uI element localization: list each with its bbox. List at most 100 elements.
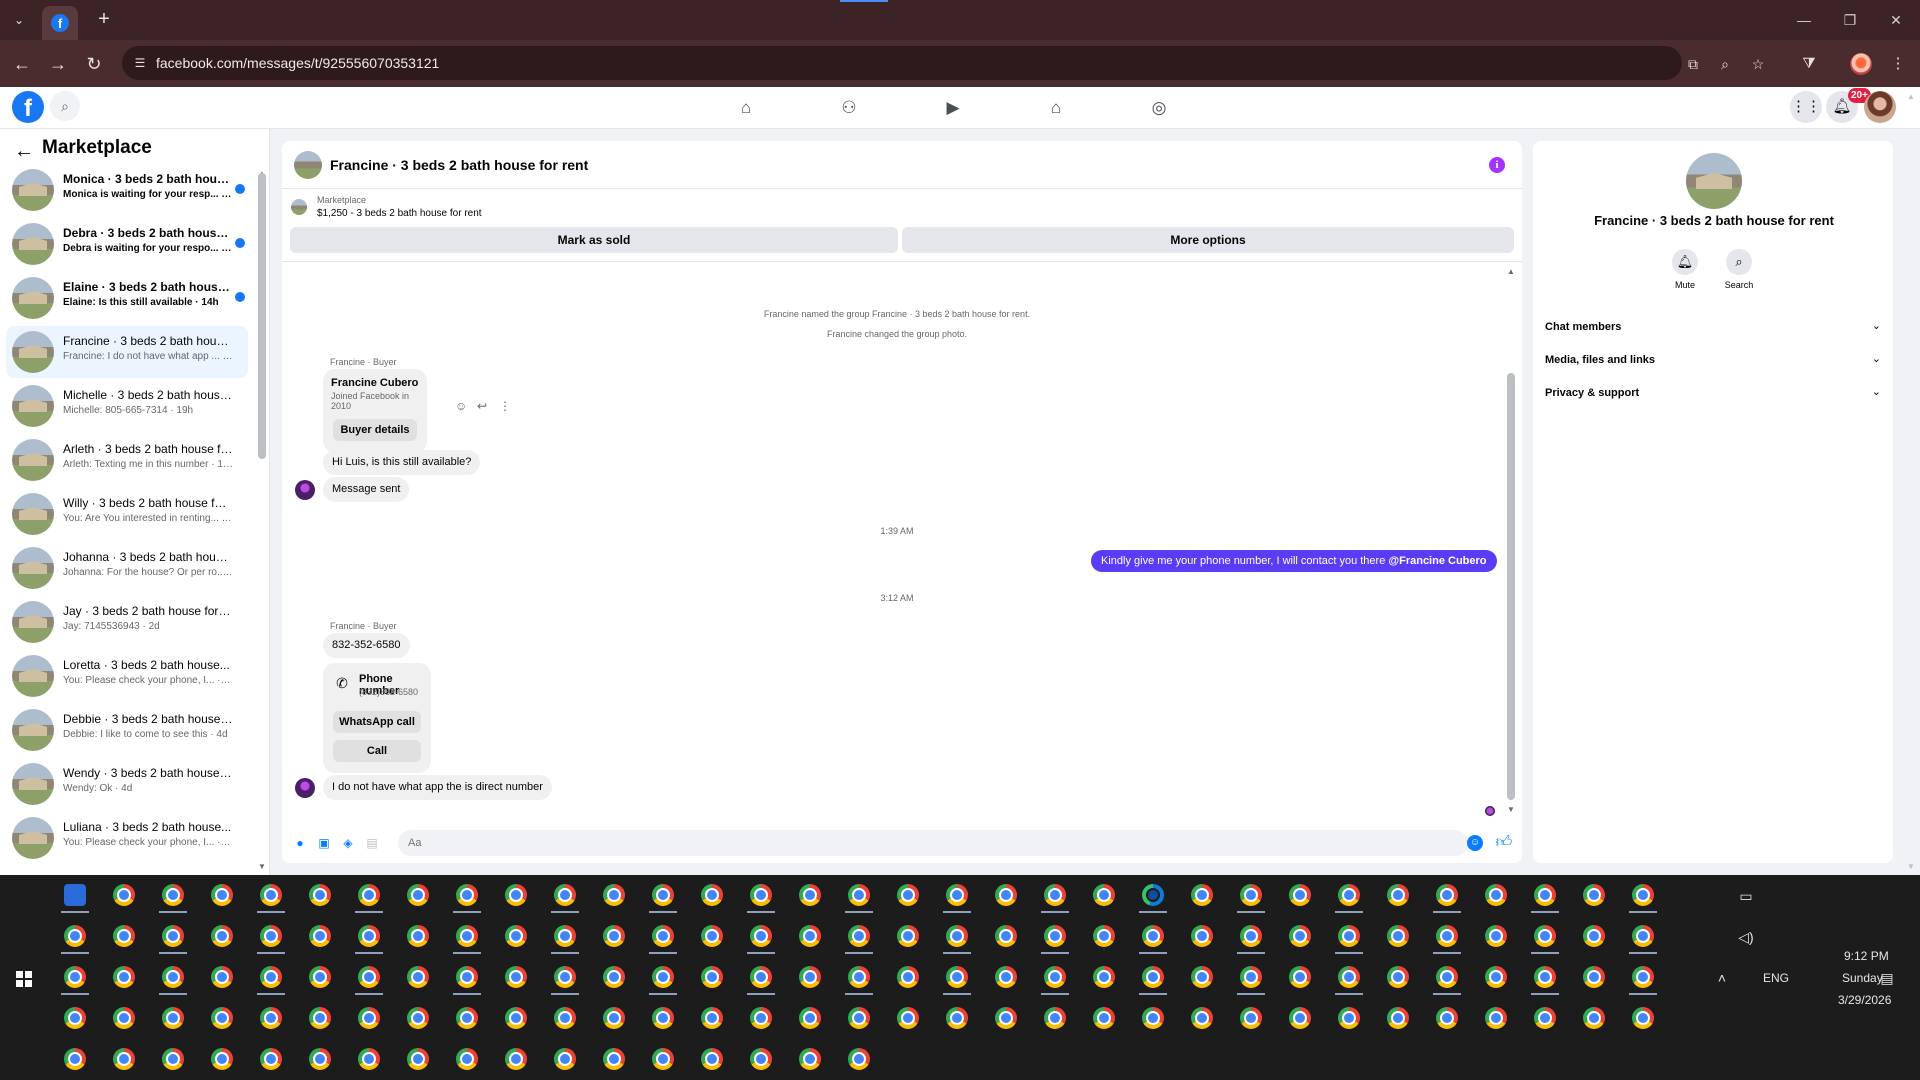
chrome-app-icon[interactable]: [848, 1007, 870, 1029]
chrome-app-icon[interactable]: [162, 1048, 184, 1070]
chrome-app-icon[interactable]: [64, 1007, 86, 1029]
chrome-app-icon[interactable]: [505, 1007, 527, 1029]
minimize-icon[interactable]: —: [1792, 8, 1816, 32]
chrome-app-icon[interactable]: [1632, 966, 1654, 988]
forward-icon[interactable]: →: [46, 52, 70, 76]
chrome-app-icon[interactable]: [1387, 1007, 1409, 1029]
sender-avatar[interactable]: [295, 778, 315, 798]
chrome-app-icon[interactable]: [1485, 925, 1507, 947]
chrome-app-icon[interactable]: [1436, 925, 1458, 947]
chrome-app-icon[interactable]: [211, 1007, 233, 1029]
chrome-app-icon[interactable]: [1240, 925, 1262, 947]
chrome-app-icon[interactable]: [309, 966, 331, 988]
notification-center-icon[interactable]: ▤: [1878, 969, 1896, 987]
search-icon[interactable]: ⌕: [50, 91, 80, 121]
chrome-app-icon[interactable]: [456, 1007, 478, 1029]
conversation-item[interactable]: Loretta · 3 beds 2 bath house... You: Ple…: [6, 650, 248, 702]
chrome-app-icon[interactable]: [1191, 925, 1213, 947]
chrome-app-icon[interactable]: [1485, 884, 1507, 906]
chrome-app-icon[interactable]: [407, 1007, 429, 1029]
bookmark-star-icon[interactable]: ☆: [1748, 54, 1768, 74]
clock-date[interactable]: 3/29/2026: [1838, 993, 1891, 1007]
facebook-logo-icon[interactable]: f: [12, 91, 44, 123]
extensions-icon[interactable]: ⧩: [1797, 52, 1821, 76]
chrome-app-icon[interactable]: [113, 966, 135, 988]
install-app-icon[interactable]: ⧉: [1683, 54, 1703, 74]
chrome-app-icon[interactable]: [1534, 884, 1556, 906]
chat-scroll-down-icon[interactable]: ▼: [1506, 805, 1516, 814]
chrome-app-icon[interactable]: [1191, 884, 1213, 906]
sender-avatar[interactable]: [295, 480, 315, 500]
friends-icon[interactable]: ⚇: [836, 95, 862, 121]
chrome-app-icon[interactable]: [897, 884, 919, 906]
touch-keyboard-icon[interactable]: ▭: [1737, 887, 1755, 905]
conversation-item[interactable]: Johanna · 3 beds 2 bath house f... Johann…: [6, 542, 248, 594]
chrome-app-icon[interactable]: [897, 1007, 919, 1029]
chrome-app-icon[interactable]: [113, 884, 135, 906]
groups-icon[interactable]: ◎: [1146, 95, 1172, 121]
chrome-app-icon[interactable]: [1338, 966, 1360, 988]
show-hidden-icons-chevron-icon[interactable]: ˄: [1713, 969, 1731, 987]
chrome-app-icon[interactable]: [1387, 884, 1409, 906]
chrome-app-icon[interactable]: [897, 966, 919, 988]
marketplace-listing[interactable]: Marketplace $1,250 - 3 beds 2 bath house…: [282, 190, 1522, 222]
volume-icon[interactable]: ◁): [1737, 928, 1755, 946]
mute-bell-icon[interactable]: 🔔︎: [1672, 249, 1698, 275]
section-privacy-support[interactable]: Privacy & support ⌄: [1545, 381, 1881, 407]
account-avatar[interactable]: [1864, 91, 1896, 123]
new-tab-button[interactable]: +: [92, 8, 116, 32]
chrome-app-icon[interactable]: [701, 884, 723, 906]
chrome-app-icon[interactable]: [1044, 966, 1066, 988]
conversation-item[interactable]: Debbie · 3 beds 2 bath house f... Debbie:…: [6, 704, 248, 756]
chrome-app-icon[interactable]: [260, 1007, 282, 1029]
chrome-app-icon[interactable]: [1387, 925, 1409, 947]
emoji-icon[interactable]: ☺: [1467, 835, 1483, 851]
chrome-app-icon[interactable]: [505, 966, 527, 988]
chrome-app-icon[interactable]: [211, 925, 233, 947]
chrome-app-icon[interactable]: [1583, 1007, 1605, 1029]
chrome-app-icon[interactable]: [554, 884, 576, 906]
zoom-icon[interactable]: ⌕: [1715, 54, 1735, 74]
chrome-app-icon[interactable]: [652, 884, 674, 906]
chrome-app-icon[interactable]: [1338, 884, 1360, 906]
chrome-app-icon[interactable]: [1093, 925, 1115, 947]
chrome-app-icon[interactable]: [946, 966, 968, 988]
chrome-app-icon[interactable]: [554, 1048, 576, 1070]
restore-icon[interactable]: ❐: [1838, 8, 1862, 32]
chrome-app-icon[interactable]: [162, 1007, 184, 1029]
chrome-app-icon[interactable]: [1044, 884, 1066, 906]
chrome-app-icon[interactable]: [1632, 925, 1654, 947]
chrome-app-icon[interactable]: [603, 884, 625, 906]
chrome-app-icon[interactable]: [799, 1007, 821, 1029]
chrome-app-icon[interactable]: [1289, 884, 1311, 906]
chrome-app-icon[interactable]: [701, 925, 723, 947]
chrome-app-icon[interactable]: [1436, 884, 1458, 906]
marketplace-icon[interactable]: ⌂: [1043, 95, 1069, 121]
home-icon[interactable]: ⌂: [733, 95, 759, 121]
conversation-item[interactable]: Monica · 3 beds 2 bath house ... Monica i…: [6, 164, 248, 216]
incoming-message[interactable]: Hi Luis, is this still available?: [323, 450, 481, 475]
chrome-app-icon[interactable]: [162, 966, 184, 988]
scroll-down-icon[interactable]: ▼: [257, 862, 267, 871]
chrome-app-icon[interactable]: [554, 925, 576, 947]
conversation-item[interactable]: Luliana · 3 beds 2 bath house... You: Ple…: [6, 812, 248, 864]
chrome-app-icon[interactable]: [1485, 1007, 1507, 1029]
back-arrow-icon[interactable]: ←: [12, 139, 36, 163]
chrome-app-icon[interactable]: [211, 1048, 233, 1070]
chrome-app-icon[interactable]: [848, 925, 870, 947]
back-icon[interactable]: ←: [10, 52, 34, 76]
chrome-app-icon[interactable]: [652, 925, 674, 947]
chrome-app-icon[interactable]: [260, 925, 282, 947]
conversation-item[interactable]: Michelle · 3 beds 2 bath house ... Michel…: [6, 380, 248, 432]
chrome-app-icon[interactable]: [1583, 925, 1605, 947]
chrome-app-icon[interactable]: [1093, 884, 1115, 906]
chrome-app-icon[interactable]: [848, 966, 870, 988]
outgoing-message[interactable]: Kindly give me your phone number, I will…: [1091, 550, 1497, 572]
chrome-app-icon[interactable]: [1289, 1007, 1311, 1029]
more-options-button[interactable]: More options: [902, 227, 1514, 253]
chrome-app-icon[interactable]: [603, 925, 625, 947]
chrome-app-icon[interactable]: [701, 1048, 723, 1070]
chrome-app-icon[interactable]: [456, 1048, 478, 1070]
chrome-app-icon[interactable]: [64, 1048, 86, 1070]
chat-scrollbar[interactable]: [1507, 373, 1515, 800]
